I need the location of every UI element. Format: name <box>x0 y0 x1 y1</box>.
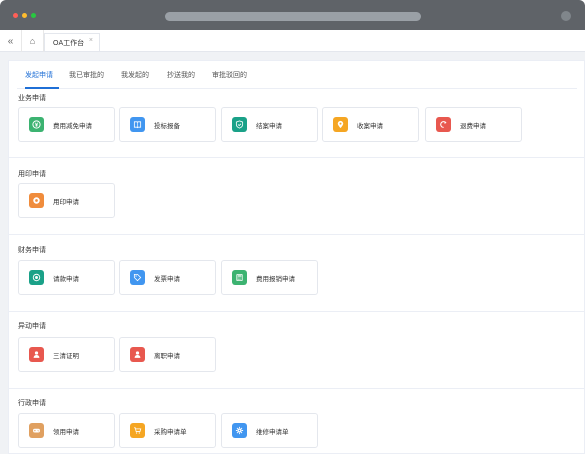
seal-stamp-icon <box>29 193 44 208</box>
application-card[interactable]: 采购申请单 <box>119 413 216 448</box>
application-card-label: 离职申请 <box>154 352 180 360</box>
application-card[interactable]: 结案申请 <box>221 107 318 142</box>
application-card-label: 采购申请单 <box>154 428 187 436</box>
calculator-icon <box>232 270 247 285</box>
close-icon[interactable]: × <box>89 37 93 44</box>
gear-icon <box>232 423 247 438</box>
tab-label: OA工作台 <box>53 39 85 47</box>
application-card[interactable]: 三清证明 <box>18 337 115 372</box>
book-icon <box>130 117 145 132</box>
tab-oa-workbench[interactable]: OA工作台 × <box>44 33 100 51</box>
application-card-label: 请款申请 <box>53 275 79 283</box>
application-card-label: 领用申请 <box>53 428 79 436</box>
location-pin-icon <box>333 117 348 132</box>
section-divider <box>9 234 585 235</box>
shopping-cart-icon <box>130 423 145 438</box>
application-card[interactable]: 请款申请 <box>18 260 115 295</box>
address-bar[interactable] <box>165 12 421 21</box>
application-card-label: 费用减免申请 <box>53 122 92 130</box>
person-icon <box>29 347 44 362</box>
application-card-label: 用印申请 <box>53 198 79 206</box>
application-card-label: 费用报销申请 <box>256 275 295 283</box>
section-divider <box>9 388 585 389</box>
application-card[interactable]: 费用减免申请 <box>18 107 115 142</box>
application-card-label: 三清证明 <box>53 352 79 360</box>
application-card[interactable]: 领用申请 <box>18 413 115 448</box>
application-card-label: 退费申请 <box>460 122 486 130</box>
close-window-dot[interactable] <box>13 13 18 18</box>
application-card-label: 收案申请 <box>357 122 383 130</box>
section-divider <box>9 157 585 158</box>
section-title: 异动申请 <box>18 323 46 330</box>
tab-initiated-by-me[interactable]: 我发起的 <box>121 70 149 80</box>
application-card-label: 结案申请 <box>256 122 282 130</box>
home-icon[interactable]: ⌂ <box>22 30 44 52</box>
page-tab-strip: « ⌂ OA工作台 × <box>0 30 585 52</box>
section-title: 行政申请 <box>18 400 46 407</box>
target-icon <box>29 270 44 285</box>
person-leave-icon <box>130 347 145 362</box>
maximize-window-dot[interactable] <box>31 13 36 18</box>
yuan-coin-icon <box>29 117 44 132</box>
section-divider <box>9 311 585 312</box>
application-card-label: 发票申请 <box>154 275 180 283</box>
application-card[interactable]: 投标报备 <box>119 107 216 142</box>
section-title: 业务申请 <box>18 95 46 102</box>
application-card[interactable]: 发票申请 <box>119 260 216 295</box>
shield-check-icon <box>232 117 247 132</box>
application-card-label: 维修申请单 <box>256 428 289 436</box>
refresh-icon <box>436 117 451 132</box>
application-card[interactable]: 收案申请 <box>322 107 419 142</box>
tab-approved-by-me[interactable]: 我已审批的 <box>69 70 104 80</box>
active-tab-indicator <box>25 87 59 89</box>
minimize-window-dot[interactable] <box>22 13 27 18</box>
tab-initiate[interactable]: 发起申请 <box>25 70 53 80</box>
application-card[interactable]: 费用报销申请 <box>221 260 318 295</box>
application-panel: 发起申请 我已审批的 我发起的 抄送我的 审批驳回的 业务申请费用减免申请 投标报… <box>8 60 585 454</box>
application-card-label: 投标报备 <box>154 122 180 130</box>
application-card[interactable]: 退费申请 <box>425 107 522 142</box>
application-card[interactable]: 离职申请 <box>119 337 216 372</box>
gamepad-icon <box>29 423 44 438</box>
tab-rejected[interactable]: 审批驳回的 <box>212 70 247 80</box>
profile-avatar[interactable] <box>561 11 571 21</box>
section-title: 财务申请 <box>18 247 46 254</box>
tab-cc-to-me[interactable]: 抄送我的 <box>167 70 195 80</box>
section-title: 用印申请 <box>18 171 46 178</box>
tag-icon <box>130 270 145 285</box>
application-card[interactable]: 用印申请 <box>18 183 115 218</box>
collapse-back-icon[interactable]: « <box>0 30 22 52</box>
approval-tabs: 发起申请 我已审批的 我发起的 抄送我的 审批驳回的 <box>17 61 577 89</box>
browser-title-bar <box>0 0 585 30</box>
application-card[interactable]: 维修申请单 <box>221 413 318 448</box>
